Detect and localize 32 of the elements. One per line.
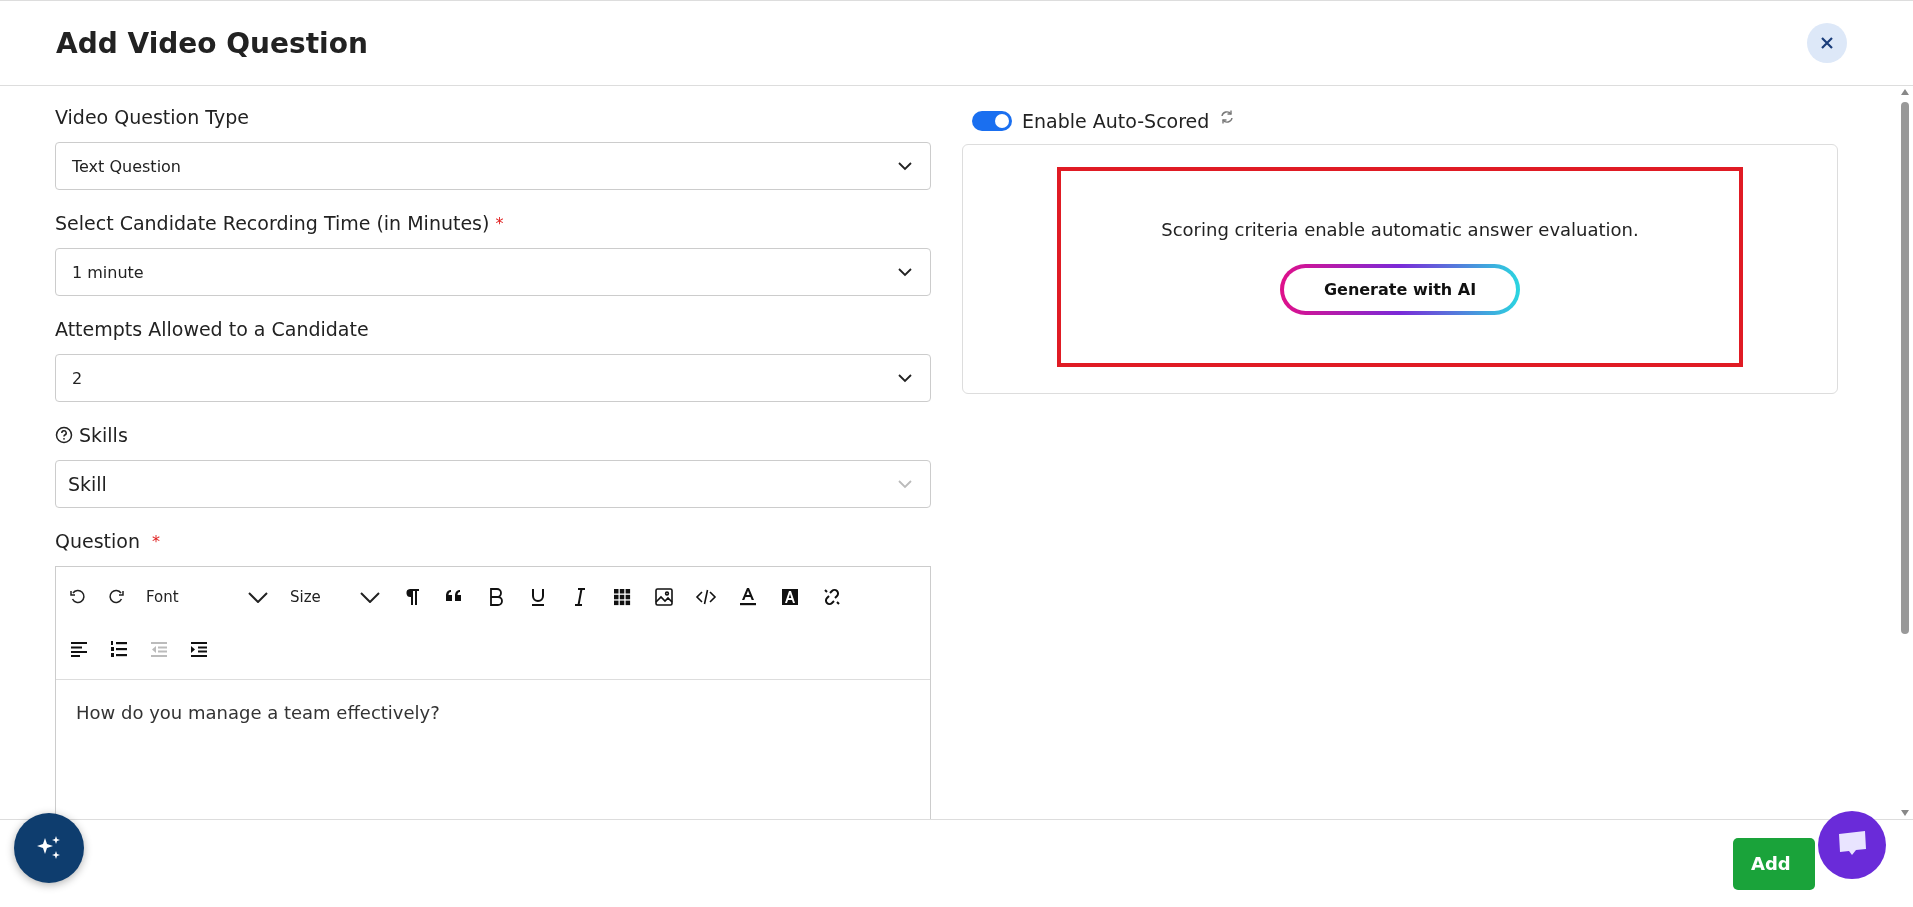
ai-assistant-button[interactable] [14, 813, 84, 883]
dialog-title: Add Video Question [56, 26, 368, 60]
refresh-icon[interactable] [1219, 109, 1236, 125]
field-label: Attempts Allowed to a Candidate [55, 318, 369, 340]
scoring-message: Scoring criteria enable automatic answer evaluation. [1161, 219, 1639, 240]
chevron-down-icon [898, 161, 912, 171]
toggle-label: Enable Auto-Scored [1022, 110, 1210, 132]
select-field[interactable]: Skill [55, 460, 931, 508]
font-dropdown[interactable]: Font [142, 588, 272, 606]
chevron-down-icon [898, 479, 912, 489]
size-dropdown[interactable]: Size [286, 588, 384, 606]
field-label: Skills [79, 424, 128, 446]
select-field[interactable]: 2 [55, 354, 931, 402]
required-mark: * [495, 213, 504, 233]
close-icon [1820, 36, 1834, 50]
toggle-switch[interactable] [972, 111, 1012, 131]
select-field[interactable]: 1 minute [55, 248, 931, 296]
help-icon[interactable] [55, 426, 73, 444]
chevron-down-icon [248, 591, 268, 603]
field-label: Question [55, 530, 140, 552]
chevron-down-icon [898, 373, 912, 383]
scrollbar-thumb[interactable] [1901, 102, 1909, 634]
select-field[interactable]: Text Question [55, 142, 931, 190]
scroll-down-icon[interactable] [1900, 809, 1910, 817]
scroll-up-icon[interactable] [1900, 88, 1910, 96]
field-label: Video Question Type [55, 106, 249, 128]
chevron-down-icon [360, 591, 380, 603]
chevron-down-icon [898, 267, 912, 277]
close-button[interactable] [1807, 23, 1847, 63]
editor-content[interactable]: How do you manage a team effectively? [56, 680, 930, 819]
required-mark: * [152, 531, 160, 551]
field-label: Select Candidate Recording Time (in Minutes) [55, 212, 490, 234]
